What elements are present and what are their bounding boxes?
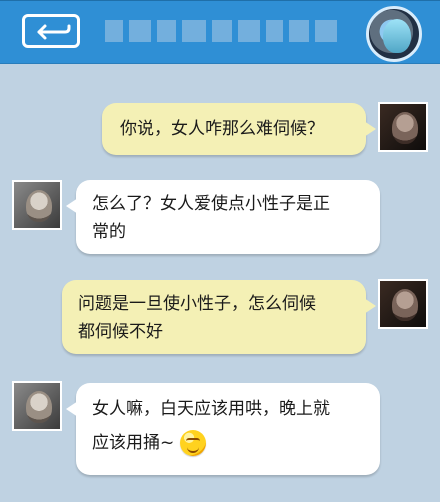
- message-text-line: 问题是一旦使小性子，怎么伺候: [78, 294, 316, 314]
- message-bubble-outgoing: 你说，女人咋那么难伺候？: [102, 103, 376, 155]
- message-text-line: 女人嘛，白天应该用哄，晚上就: [92, 399, 330, 419]
- message-text-line: 常的: [92, 222, 126, 242]
- avatar-head-image: [392, 112, 418, 144]
- contact-avatar-small[interactable]: [12, 381, 62, 431]
- top-bar: [0, 0, 440, 64]
- contact-avatar[interactable]: [366, 6, 422, 62]
- message-bubble-outgoing: 问题是一旦使小性子，怎么伺候 都伺候不好: [62, 280, 376, 354]
- back-arrow-icon: [37, 24, 71, 40]
- my-avatar[interactable]: [378, 102, 428, 152]
- message-text: 你说，女人咋那么难伺候？: [120, 119, 324, 139]
- avatar-head-image: [26, 391, 52, 423]
- message-text-line: 都伺候不好: [78, 322, 163, 342]
- message-bubble-incoming: 女人嘛，白天应该用哄，晚上就 应该用捅~: [66, 383, 380, 475]
- avatar-face-image: [383, 19, 411, 53]
- contact-avatar-small[interactable]: [12, 180, 62, 230]
- bubble-tail: [66, 198, 78, 214]
- bubble-tail: [364, 298, 376, 314]
- smirk-emoji-icon: [180, 430, 207, 456]
- message-text: 应该用捅~: [92, 433, 175, 453]
- avatar-head-image: [26, 190, 52, 222]
- contact-name-blurred: [105, 20, 337, 42]
- message-bubble-incoming: 怎么了？女人爱使点小性子是正 常的: [66, 180, 380, 254]
- back-button[interactable]: [22, 14, 80, 48]
- message-text-line-with-emoji: 应该用捅~: [92, 429, 364, 457]
- bubble-tail: [364, 121, 376, 137]
- avatar-head-image: [392, 289, 418, 321]
- my-avatar[interactable]: [378, 279, 428, 329]
- bubble-tail: [66, 401, 78, 417]
- message-text-line: 怎么了？女人爱使点小性子是正: [92, 194, 330, 214]
